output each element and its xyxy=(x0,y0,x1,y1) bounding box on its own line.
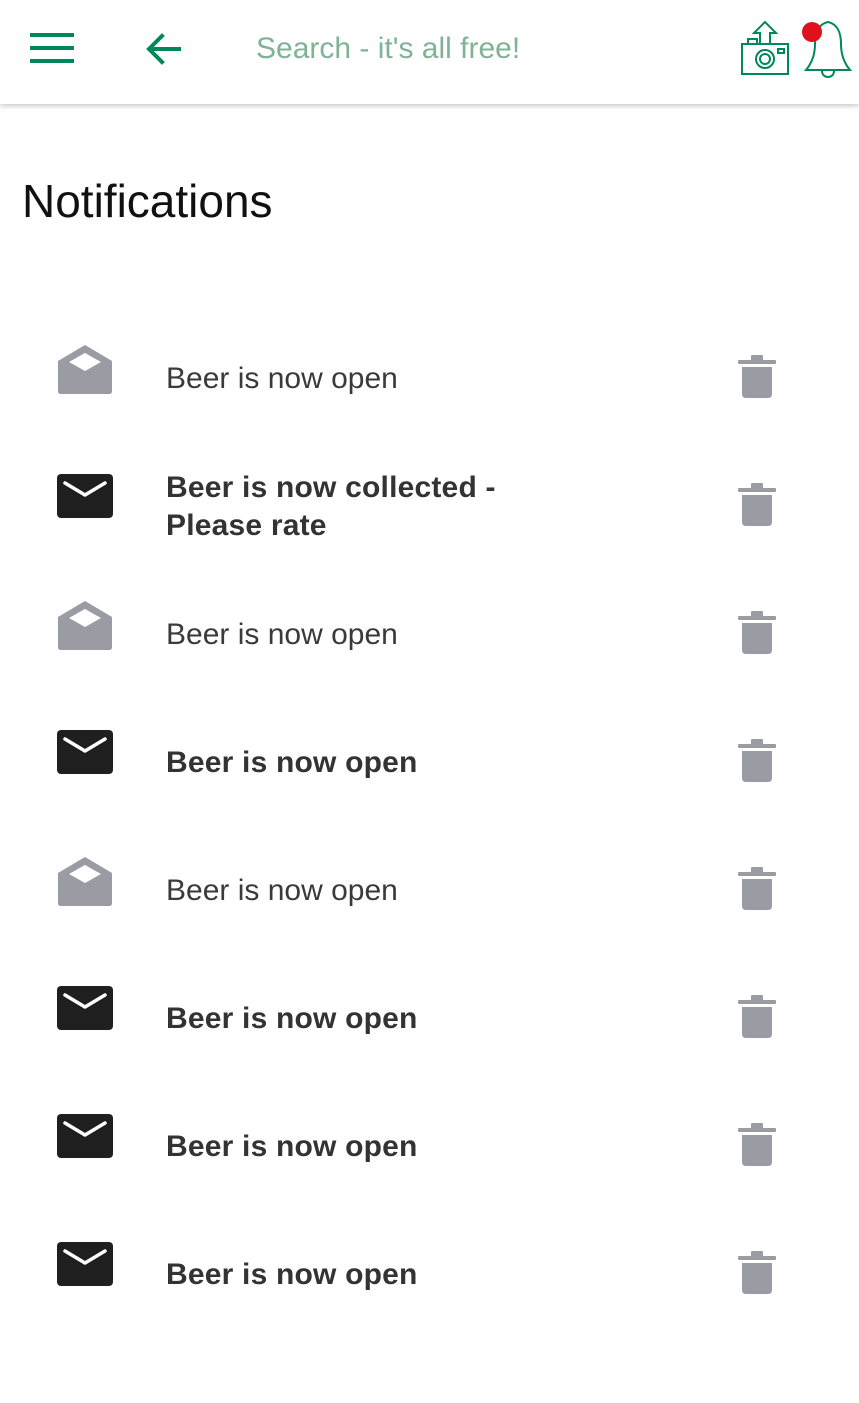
envelope-closed-icon xyxy=(57,730,113,774)
hamburger-menu-icon xyxy=(30,33,74,63)
trash-icon xyxy=(738,611,776,654)
camera-upload-icon xyxy=(741,20,789,75)
notification-text[interactable]: Beer is now collected - Please rate xyxy=(166,443,586,571)
delete-notification-button[interactable] xyxy=(736,993,778,1039)
envelope-closed-icon-button[interactable] xyxy=(56,473,114,523)
search-input[interactable] xyxy=(256,24,706,74)
envelope-open-icon xyxy=(58,857,112,906)
trash-icon xyxy=(738,483,776,526)
delete-notification-button[interactable] xyxy=(736,481,778,527)
envelope-closed-icon-button[interactable] xyxy=(56,1113,114,1163)
notification-row[interactable]: Beer is now open xyxy=(0,1211,859,1339)
arrow-left-icon xyxy=(146,33,181,65)
trash-icon xyxy=(738,867,776,910)
notifications-bell-button[interactable] xyxy=(798,14,854,80)
notification-dot xyxy=(802,22,822,42)
trash-icon xyxy=(738,1251,776,1294)
envelope-closed-icon xyxy=(57,1242,113,1286)
bell-icon xyxy=(802,20,853,79)
delete-notification-button[interactable] xyxy=(736,1121,778,1167)
notification-row[interactable]: Beer is now open xyxy=(0,955,859,1083)
notification-row[interactable]: Beer is now open xyxy=(0,571,859,699)
menu-button[interactable] xyxy=(22,22,82,76)
delete-notification-button[interactable] xyxy=(736,353,778,399)
delete-notification-button[interactable] xyxy=(736,737,778,783)
notification-list: Beer is now open Beer is now collected - … xyxy=(0,315,859,1339)
envelope-closed-icon xyxy=(57,986,113,1030)
envelope-open-icon-button[interactable] xyxy=(56,345,114,395)
page-title: Notifications xyxy=(22,175,273,227)
envelope-closed-icon xyxy=(57,1114,113,1158)
notification-text[interactable]: Beer is now open xyxy=(166,315,586,443)
envelope-closed-icon-button[interactable] xyxy=(56,729,114,779)
notification-row[interactable]: Beer is now open xyxy=(0,315,859,443)
notification-text[interactable]: Beer is now open xyxy=(166,955,586,1083)
top-app-bar xyxy=(0,0,859,104)
envelope-closed-icon xyxy=(57,474,113,518)
notification-row[interactable]: Beer is now open xyxy=(0,827,859,955)
delete-notification-button[interactable] xyxy=(736,865,778,911)
envelope-closed-icon-button[interactable] xyxy=(56,1241,114,1291)
notification-text[interactable]: Beer is now open xyxy=(166,1211,586,1339)
trash-icon xyxy=(738,355,776,398)
envelope-open-icon xyxy=(58,345,112,394)
notification-text[interactable]: Beer is now open xyxy=(166,1083,586,1211)
notification-text[interactable]: Beer is now open xyxy=(166,699,586,827)
trash-icon xyxy=(738,995,776,1038)
trash-icon xyxy=(738,739,776,782)
notification-text[interactable]: Beer is now open xyxy=(166,827,586,955)
delete-notification-button[interactable] xyxy=(736,609,778,655)
delete-notification-button[interactable] xyxy=(736,1249,778,1295)
camera-upload-button[interactable] xyxy=(736,18,794,80)
notification-text[interactable]: Beer is now open xyxy=(166,571,586,699)
notification-row[interactable]: Beer is now open xyxy=(0,1083,859,1211)
notification-row[interactable]: Beer is now collected - Please rate xyxy=(0,443,859,571)
back-button[interactable] xyxy=(136,22,190,76)
envelope-open-icon xyxy=(58,601,112,650)
envelope-closed-icon-button[interactable] xyxy=(56,985,114,1035)
envelope-open-icon-button[interactable] xyxy=(56,601,114,651)
notification-row[interactable]: Beer is now open xyxy=(0,699,859,827)
envelope-open-icon-button[interactable] xyxy=(56,857,114,907)
trash-icon xyxy=(738,1123,776,1166)
